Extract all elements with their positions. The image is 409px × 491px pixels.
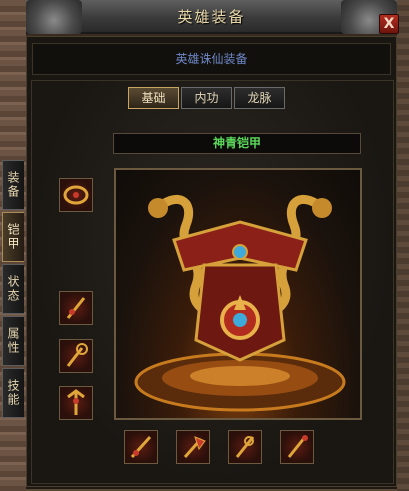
item-name-label: 神青铠甲 [113,133,361,154]
slot-trident[interactable] [59,386,93,420]
axe-icon [183,436,206,458]
side-tab-equip[interactable]: 装备 [2,160,24,210]
sword-icon [66,297,86,319]
slot-wand[interactable] [59,339,93,373]
inner-panel: 基础 内功 龙脉 神青铠甲 [31,80,394,484]
armor-dragon-image [134,194,346,412]
title-bar[interactable]: 英雄装备 [26,0,397,34]
slot-bottom-4[interactable] [280,430,314,464]
panel-subtitle: 英雄诛仙装备 [32,43,391,75]
wand-icon [66,343,88,367]
belt-icon [63,185,89,205]
slot-bottom-3[interactable] [228,430,262,464]
slot-bottom-1[interactable] [124,430,158,464]
tab-basic[interactable]: 基础 [128,87,179,109]
rock-border-right [397,0,409,491]
window-title: 英雄装备 [177,8,246,26]
slot-bottom-2[interactable] [176,430,210,464]
armor-display [114,168,362,420]
slot-sword[interactable] [59,291,93,325]
blade-icon [235,436,255,458]
side-tab-attributes[interactable]: 属性 [2,316,24,366]
sword-icon [130,435,152,459]
main-panel: 英雄诛仙装备 基础 内功 龙脉 神青铠甲 [26,36,397,487]
tab-bar: 基础 内功 龙脉 [128,87,285,109]
side-tab-skills[interactable]: 技能 [2,368,24,418]
side-tab-status[interactable]: 状态 [2,264,24,314]
trident-icon [67,389,85,415]
tab-dragon-vein[interactable]: 龙脉 [234,87,285,109]
staff-icon [287,435,308,458]
close-button[interactable]: X [379,14,399,34]
side-tab-armor[interactable]: 铠甲 [2,212,24,262]
slot-belt[interactable] [59,178,93,212]
tab-inner-power[interactable]: 内功 [181,87,232,109]
